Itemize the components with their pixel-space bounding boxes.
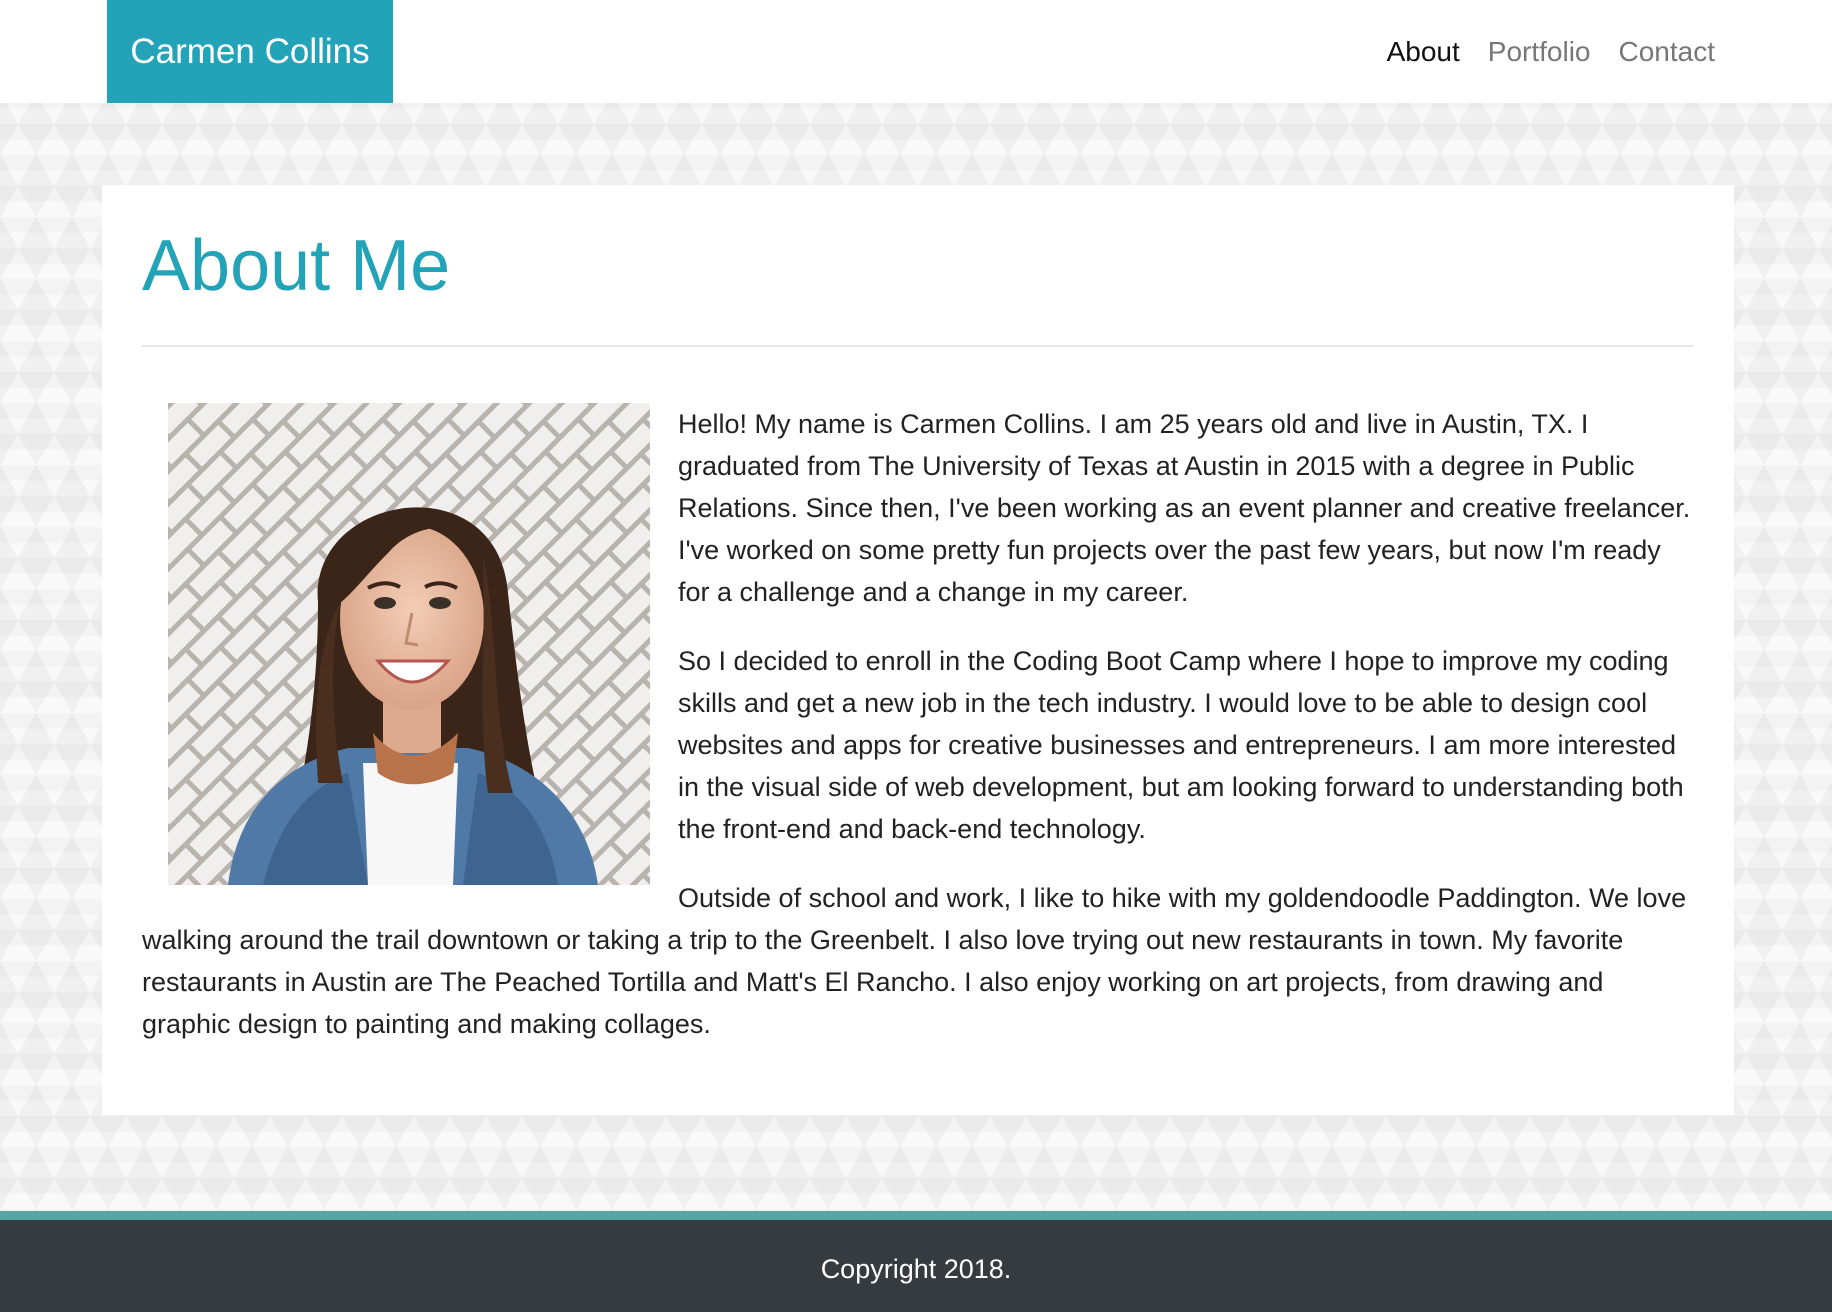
- profile-photo: [168, 403, 650, 885]
- nav-link-about[interactable]: About: [1387, 36, 1460, 68]
- about-card: About Me Hello! My name is Carmen Collin…: [102, 185, 1734, 1115]
- page-title: About Me: [142, 226, 451, 306]
- title-divider: [142, 345, 1694, 347]
- nav-link-contact[interactable]: Contact: [1619, 36, 1716, 68]
- nav-link-portfolio[interactable]: Portfolio: [1488, 36, 1591, 68]
- nav-links: About Portfolio Contact: [1387, 0, 1715, 103]
- footer: Copyright 2018.: [0, 1211, 1832, 1312]
- copyright-text: Copyright 2018.: [820, 1253, 1012, 1284]
- brand-link[interactable]: Carmen Collins: [107, 0, 393, 103]
- about-content: Hello! My name is Carmen Collins. I am 2…: [142, 403, 1694, 1072]
- navbar: Carmen Collins About Portfolio Contact: [0, 0, 1832, 103]
- bio-paragraph-3: Outside of school and work, I like to hi…: [142, 883, 1687, 1039]
